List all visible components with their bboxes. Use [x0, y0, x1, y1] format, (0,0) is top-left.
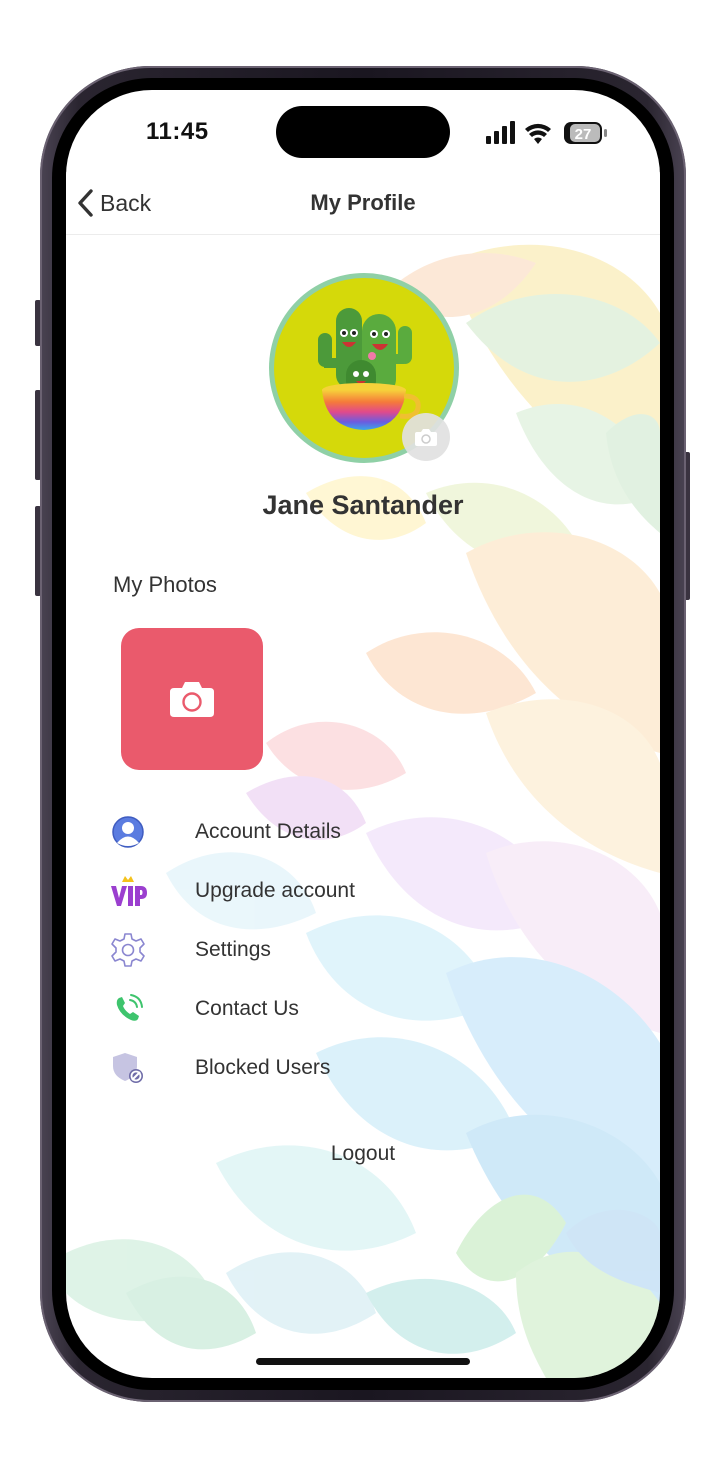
- logout-button[interactable]: Logout: [66, 1142, 660, 1166]
- menu-label: Contact Us: [195, 997, 299, 1020]
- menu-item-account-details[interactable]: Account Details: [106, 810, 506, 854]
- menu-label: Upgrade account: [195, 879, 355, 902]
- device-stage: 11:45 27 Back My Profile Jane Santander …: [0, 0, 725, 1468]
- page-title: My Profile: [310, 190, 416, 215]
- shield-block-icon: [106, 1046, 150, 1090]
- phone-icon: [106, 987, 150, 1031]
- menu-item-contact-us[interactable]: Contact Us: [106, 987, 506, 1031]
- menu-label: Account Details: [195, 820, 341, 843]
- my-photos-label: My Photos: [113, 572, 217, 597]
- battery-level: 27: [575, 126, 592, 143]
- profile-name: Jane Santander: [262, 490, 464, 520]
- menu-item-blocked-users[interactable]: Blocked Users: [106, 1046, 506, 1090]
- dynamic-island: [276, 106, 450, 158]
- screen: 11:45 27 Back My Profile Jane Santander …: [66, 90, 660, 1378]
- home-indicator[interactable]: [256, 1358, 470, 1365]
- add-photo-button[interactable]: [121, 628, 263, 770]
- wifi-icon: [525, 123, 551, 144]
- battery-icon: 27: [564, 122, 607, 144]
- menu-label: Blocked Users: [195, 1056, 331, 1079]
- signal-icon: [486, 121, 515, 144]
- menu-item-upgrade-account[interactable]: Upgrade account: [106, 869, 506, 913]
- menu-label: Settings: [195, 938, 271, 961]
- gear-icon: [106, 928, 150, 972]
- status-time: 11:45: [146, 118, 209, 145]
- menu-item-settings[interactable]: Settings: [106, 928, 506, 972]
- status-icons: 27: [486, 121, 607, 144]
- navigation-bar: Back My Profile: [66, 172, 660, 235]
- user-icon: [106, 810, 150, 854]
- change-avatar-button[interactable]: [402, 413, 450, 461]
- camera-icon: [415, 429, 437, 446]
- camera-icon: [170, 682, 214, 717]
- vip-icon: [106, 869, 150, 913]
